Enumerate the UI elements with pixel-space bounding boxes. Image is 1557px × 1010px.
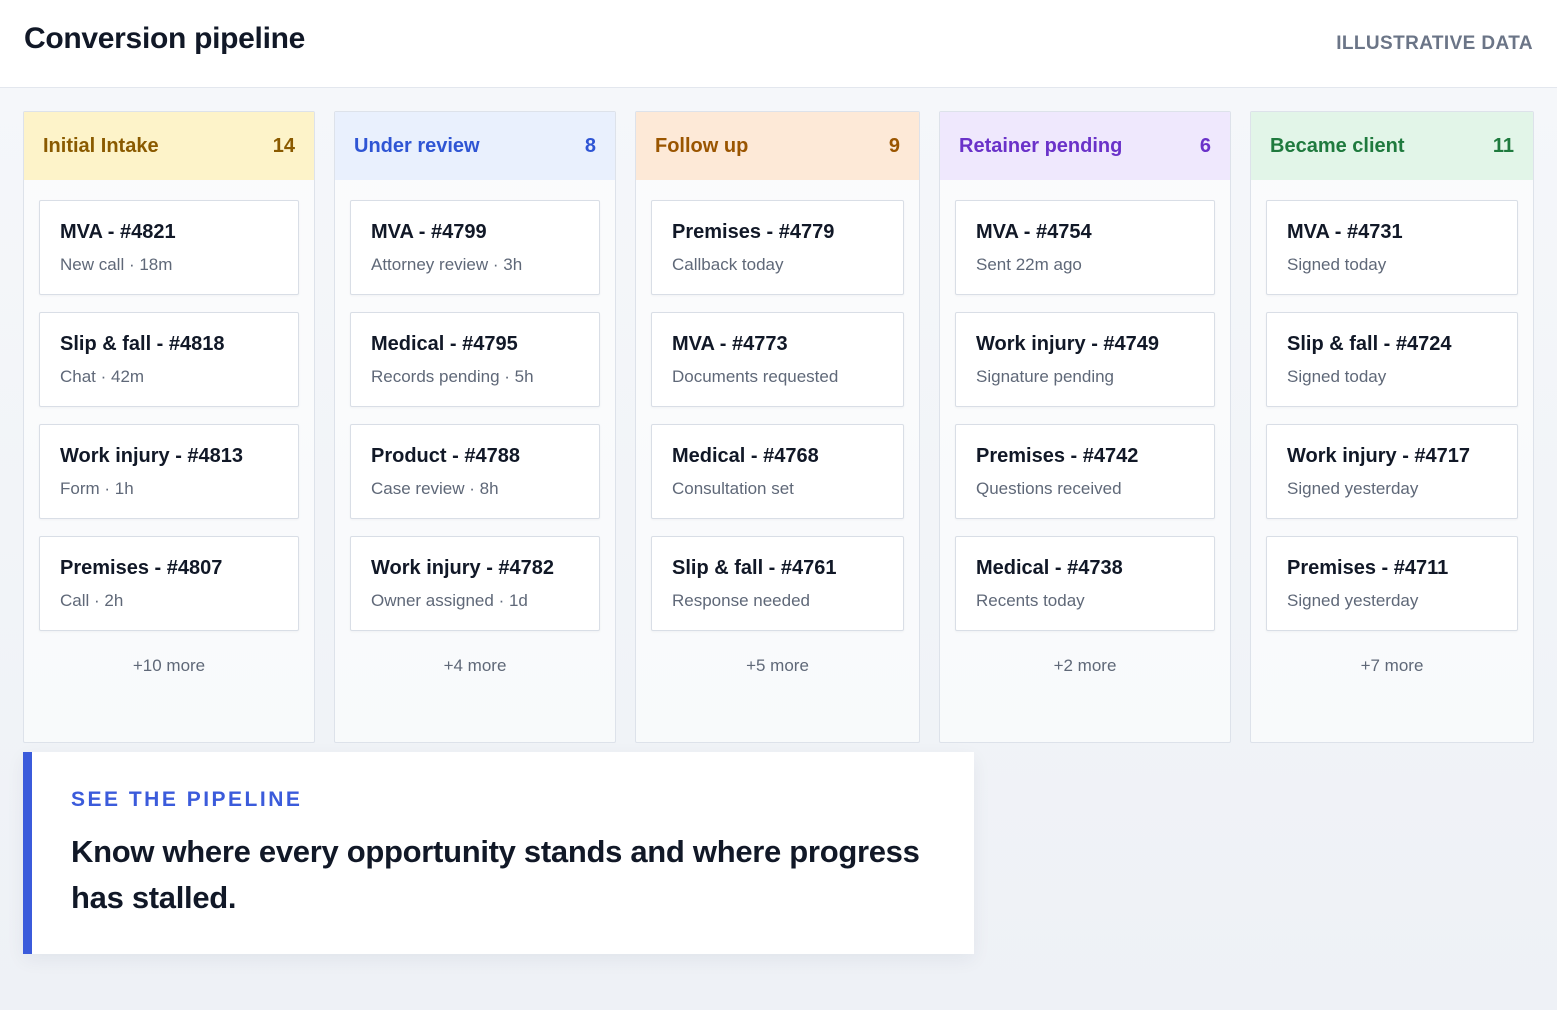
lead-card-status: Signed yesterday	[1287, 479, 1419, 498]
column-count: 11	[1492, 134, 1514, 157]
column-count: 14	[272, 134, 295, 157]
lead-card[interactable]: Premises - #4742 Questions received	[955, 424, 1215, 519]
column-header[interactable]: Under review 8	[335, 112, 615, 180]
lead-card-status: Case review · 8h	[371, 479, 499, 498]
column-name: Follow up	[655, 134, 749, 157]
show-more-link[interactable]: +7 more	[1266, 656, 1518, 676]
lead-card-title: Slip & fall - #4761	[672, 557, 837, 579]
lead-card-status: Recents today	[976, 591, 1085, 610]
lead-card[interactable]: Product - #4788 Case review · 8h	[350, 424, 600, 519]
lead-card-title: Product - #4788	[371, 445, 520, 467]
lead-card-title: Slip & fall - #4818	[60, 333, 225, 355]
lead-card[interactable]: Slip & fall - #4724 Signed today	[1266, 312, 1518, 407]
lead-card-status: Call · 2h	[60, 591, 124, 610]
column-became-client: Became client 11 MVA - #4731 Signed toda…	[1250, 111, 1534, 743]
column-name: Became client	[1270, 134, 1405, 157]
lead-card-title: MVA - #4754	[976, 221, 1092, 243]
column-retainer-pending: Retainer pending 6 MVA - #4754 Sent 22m …	[939, 111, 1231, 743]
lead-card[interactable]: MVA - #4821 New call · 18m	[39, 200, 299, 295]
lead-card[interactable]: Premises - #4779 Callback today	[651, 200, 904, 295]
lead-card-status: Sent 22m ago	[976, 255, 1082, 274]
lead-card[interactable]: MVA - #4754 Sent 22m ago	[955, 200, 1215, 295]
lead-card-status: Signature pending	[976, 367, 1115, 386]
lead-card-status: Attorney review · 3h	[371, 255, 523, 274]
column-name: Under review	[354, 134, 480, 157]
lead-card-title: Medical - #4738	[976, 557, 1123, 579]
callout-headline: Know where every opportunity stands and …	[71, 834, 920, 915]
lead-card-status: Form · 1h	[60, 479, 134, 498]
column-count: 6	[1199, 134, 1211, 157]
lead-card-title: Work injury - #4749	[976, 333, 1160, 355]
top-bar: Conversion pipeline ILLUSTRATIVE DATA	[0, 0, 1557, 88]
lead-card-title: MVA - #4799	[371, 221, 487, 243]
lead-card-title: Premises - #4711	[1287, 557, 1449, 579]
show-more-link[interactable]: +5 more	[651, 656, 904, 676]
lead-card-title: Medical - #4768	[672, 445, 819, 467]
lead-card-status: Response needed	[672, 591, 811, 610]
lead-card[interactable]: MVA - #4731 Signed today	[1266, 200, 1518, 295]
lead-card-status: Documents requested	[672, 367, 839, 386]
lead-card-status: Owner assigned · 1d	[371, 591, 528, 610]
lead-card[interactable]: Work injury - #4813 Form · 1h	[39, 424, 299, 519]
column-header[interactable]: Retainer pending 6	[940, 112, 1230, 180]
lead-card-title: Work injury - #4813	[60, 445, 244, 467]
lead-card[interactable]: MVA - #4799 Attorney review · 3h	[350, 200, 600, 295]
lead-card[interactable]: Work injury - #4717 Signed yesterday	[1266, 424, 1518, 519]
lead-card[interactable]: Medical - #4738 Recents today	[955, 536, 1215, 631]
lead-card-status: Consultation set	[672, 479, 794, 498]
column-name: Initial Intake	[43, 134, 159, 157]
pipeline-callout: SEE THE PIPELINE Know where every opport…	[23, 752, 974, 954]
lead-card-status: Signed today	[1287, 255, 1387, 274]
lead-card-title: MVA - #4773	[672, 333, 788, 355]
column-under-review: Under review 8 MVA - #4799 Attorney revi…	[334, 111, 616, 743]
column-header[interactable]: Follow up 9	[636, 112, 919, 180]
lead-card[interactable]: Work injury - #4782 Owner assigned · 1d	[350, 536, 600, 631]
lead-card-status: Signed today	[1287, 367, 1387, 386]
page-title: Conversion pipeline	[24, 22, 306, 55]
column-name: Retainer pending	[959, 134, 1123, 157]
lead-card-title: Premises - #4779	[672, 221, 835, 243]
lead-card-status: Records pending · 5h	[371, 367, 534, 386]
show-more-link[interactable]: +10 more	[39, 656, 299, 676]
lead-card-title: Slip & fall - #4724	[1287, 333, 1452, 355]
lead-card[interactable]: Premises - #4807 Call · 2h	[39, 536, 299, 631]
column-header[interactable]: Became client 11	[1251, 112, 1533, 180]
column-count: 8	[584, 134, 596, 157]
lead-card-title: Premises - #4807	[60, 557, 223, 579]
lead-card[interactable]: Premises - #4711 Signed yesterday	[1266, 536, 1518, 631]
lead-card[interactable]: Slip & fall - #4818 Chat · 42m	[39, 312, 299, 407]
show-more-link[interactable]: +4 more	[350, 656, 600, 676]
lead-card-title: MVA - #4821	[60, 221, 176, 243]
lead-card-status: Callback today	[672, 255, 784, 274]
column-count: 9	[888, 134, 900, 157]
lead-card-title: Work injury - #4782	[371, 557, 555, 579]
lead-card-status: New call · 18m	[60, 255, 173, 274]
lead-card-status: Questions received	[976, 479, 1122, 498]
show-more-link[interactable]: +2 more	[955, 656, 1215, 676]
column-header[interactable]: Initial Intake 14	[24, 112, 314, 180]
pipeline-board: Initial Intake 14 MVA - #4821 New call ·…	[0, 88, 1557, 1010]
lead-card-status: Chat · 42m	[60, 367, 145, 386]
illustrative-data-label: ILLUSTRATIVE DATA	[1336, 33, 1533, 54]
lead-card[interactable]: Medical - #4795 Records pending · 5h	[350, 312, 600, 407]
lead-card[interactable]: Work injury - #4749 Signature pending	[955, 312, 1215, 407]
column-initial-intake: Initial Intake 14 MVA - #4821 New call ·…	[23, 111, 315, 743]
column-follow-up: Follow up 9 Premises - #4779 Callback to…	[635, 111, 920, 743]
lead-card-title: Work injury - #4717	[1287, 445, 1471, 467]
lead-card[interactable]: Slip & fall - #4761 Response needed	[651, 536, 904, 631]
callout-eyebrow: SEE THE PIPELINE	[71, 788, 303, 811]
lead-card-title: Medical - #4795	[371, 333, 518, 355]
lead-card[interactable]: MVA - #4773 Documents requested	[651, 312, 904, 407]
lead-card-status: Signed yesterday	[1287, 591, 1419, 610]
lead-card[interactable]: Medical - #4768 Consultation set	[651, 424, 904, 519]
lead-card-title: MVA - #4731	[1287, 221, 1403, 243]
lead-card-title: Premises - #4742	[976, 445, 1139, 467]
